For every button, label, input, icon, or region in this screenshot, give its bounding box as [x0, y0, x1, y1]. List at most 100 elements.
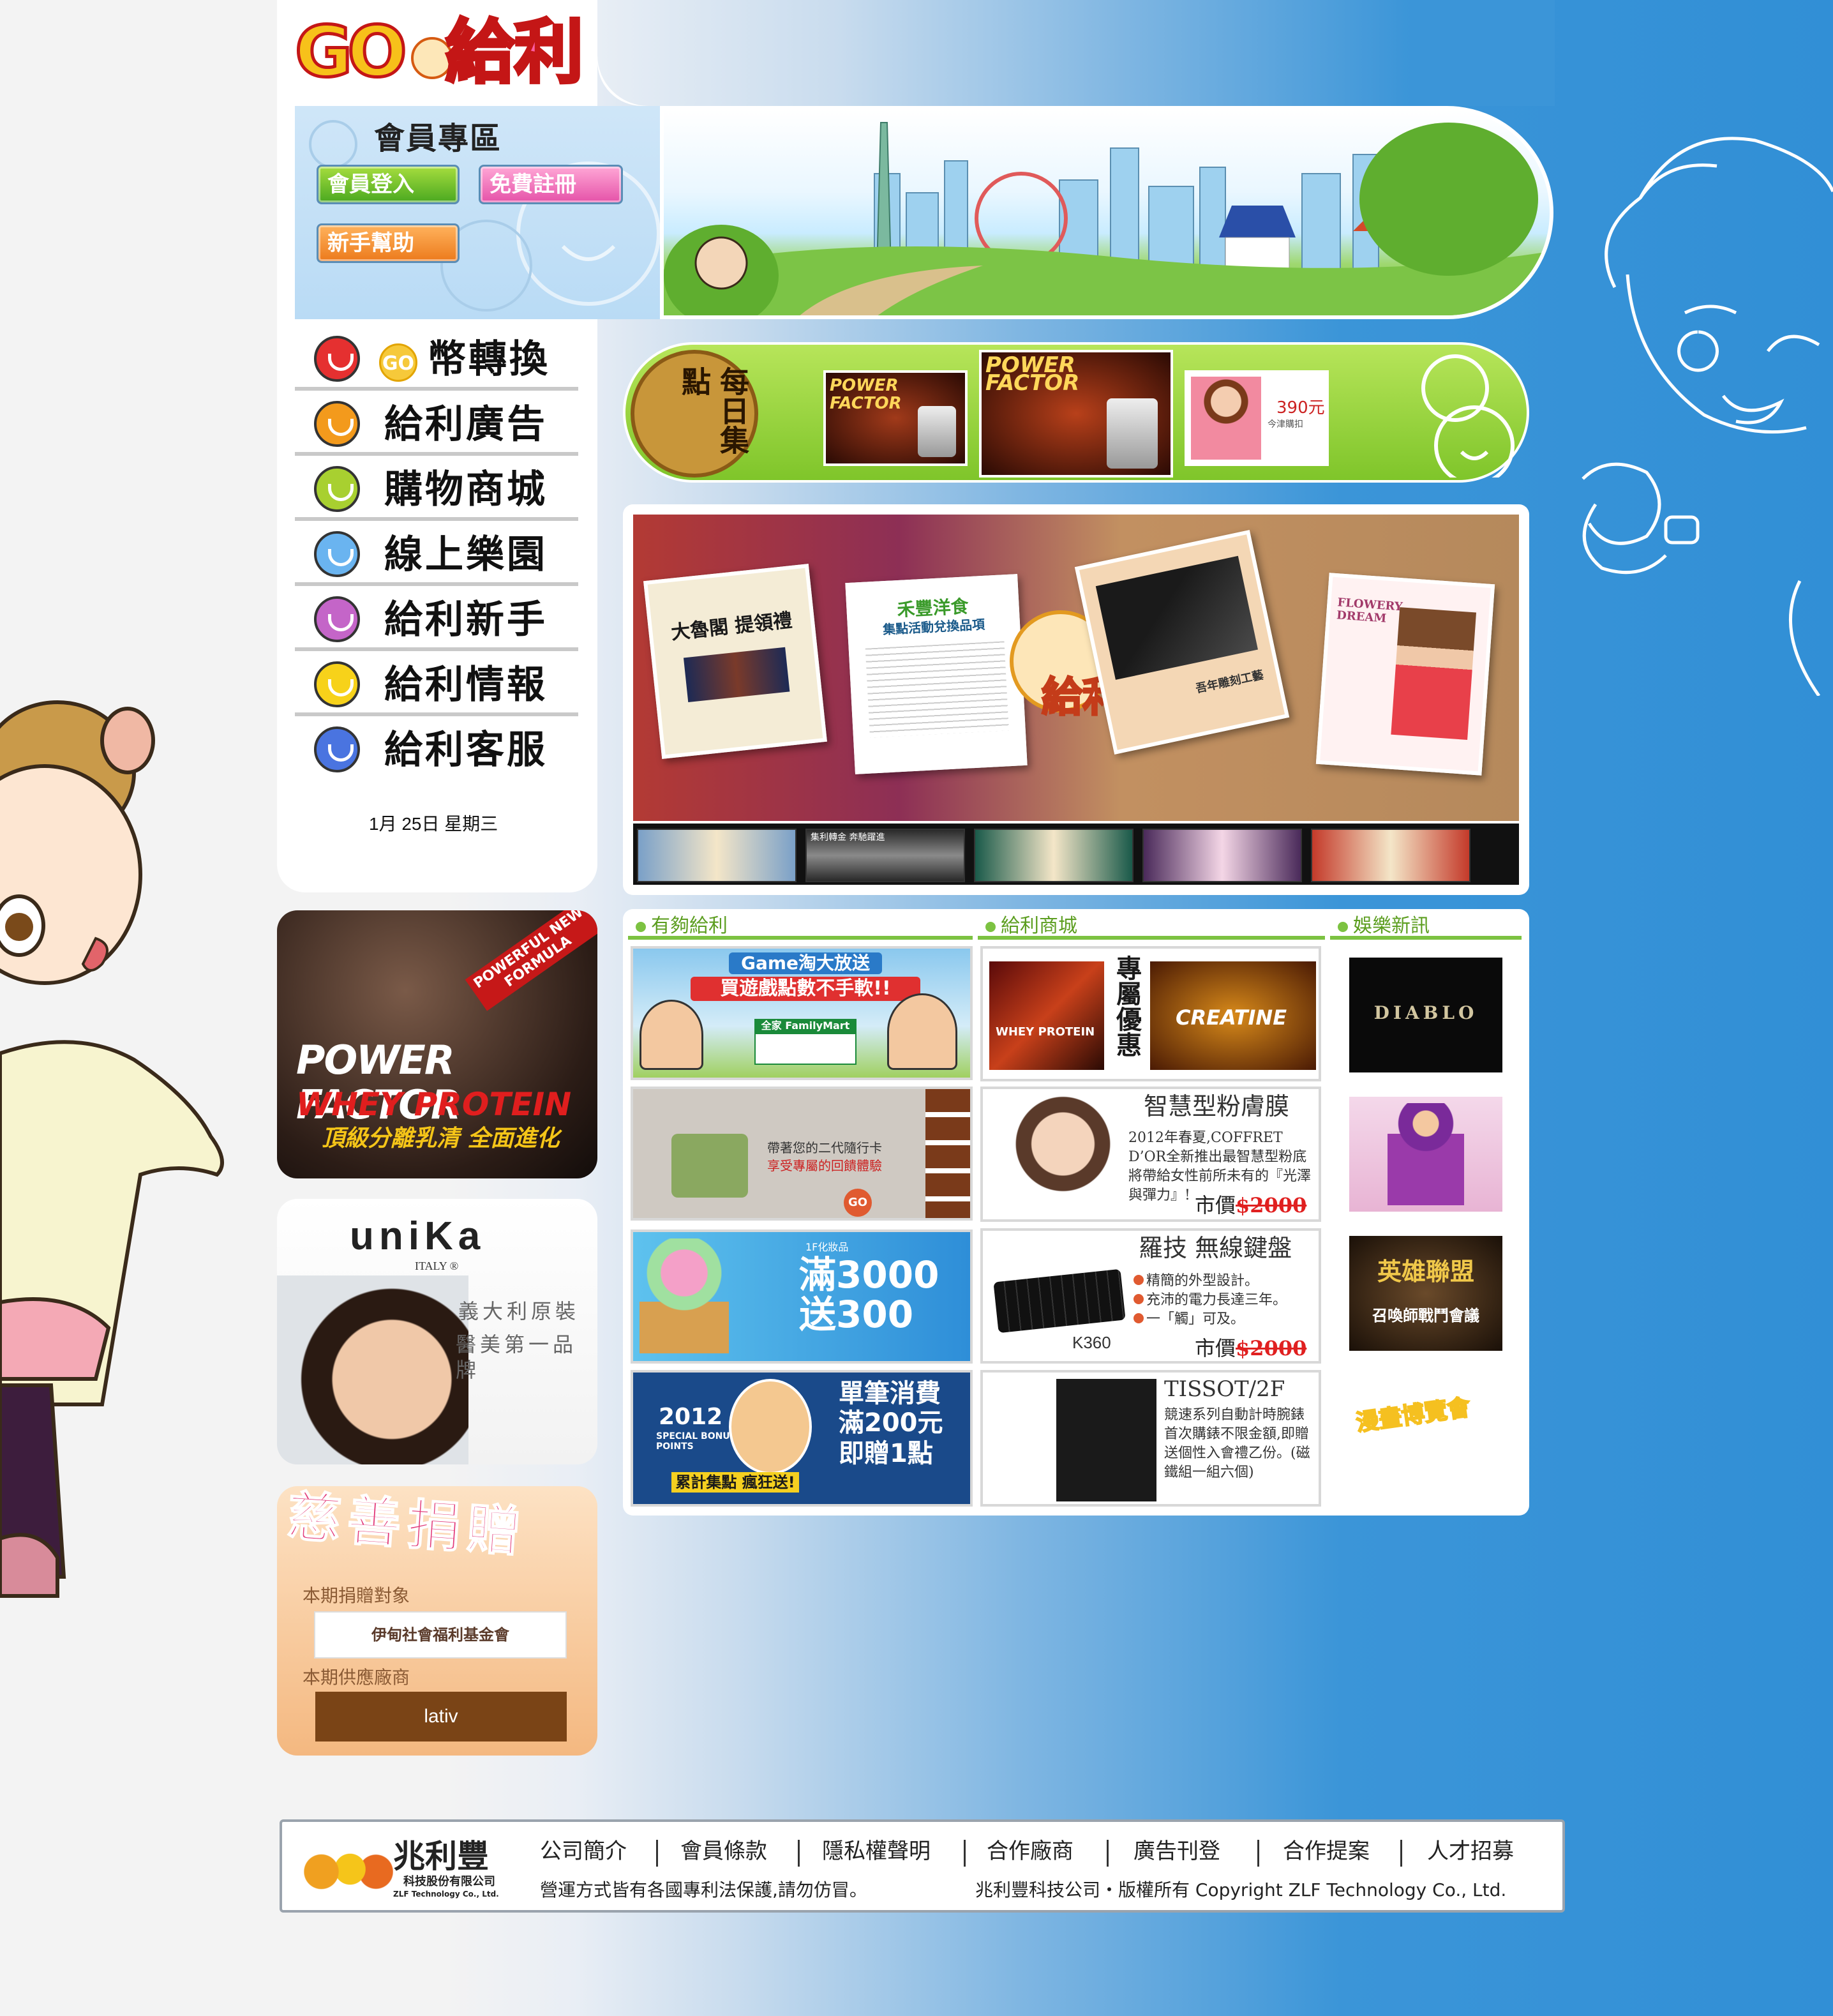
- lol-subtitle: 召喚師戰鬥會議: [1372, 1307, 1479, 1325]
- nav-online-park[interactable]: 線上樂園: [295, 521, 578, 586]
- footer-link-privacy[interactable]: 隱私權聲明: [822, 1839, 931, 1864]
- shop-tile-coffret[interactable]: 智慧型粉膚膜 2012年春夏,COFFRET D’OR全新推出最智慧型粉底將帶給…: [980, 1087, 1321, 1222]
- orange-smiley-icon: [314, 401, 360, 447]
- card-title: 大魯閣 提領禮: [670, 609, 793, 645]
- keyboard-model: K360: [1072, 1333, 1111, 1352]
- deal-tile-2012-points[interactable]: 2012 SPECIAL BONUS POINTS 單筆消費 滿200元 即贈1…: [631, 1370, 973, 1507]
- brand-origin: ITALY ®: [415, 1260, 459, 1272]
- column-title: 有夠給利: [628, 914, 973, 940]
- promo-line1: 滿3000: [799, 1253, 939, 1297]
- daily-product-powerfactor-2[interactable]: POWER FACTOR: [979, 350, 1173, 478]
- company-logo[interactable]: 兆利豐 科技股份有限公司 ZLF Technology Co., Ltd.: [297, 1833, 521, 1904]
- carousel-thumb-2[interactable]: 集利轉金 奔馳躍進: [805, 829, 965, 882]
- icecream-image: [640, 1238, 729, 1353]
- deal-tile-card[interactable]: 帶著您的二代隨行卡 享受專屬的回饋體驗 GO: [631, 1087, 973, 1221]
- donation-target-label: 本期捐贈對象: [303, 1585, 410, 1606]
- site-footer: 兆利豐 科技股份有限公司 ZLF Technology Co., Ltd. 公司…: [280, 1819, 1565, 1913]
- charity-title: 慈善捐贈: [285, 1486, 530, 1565]
- carousel-card-tarouko[interactable]: 大魯閣 提領禮: [643, 564, 827, 759]
- nav-customer-service[interactable]: 給利客服: [295, 716, 578, 781]
- nav-label: 給利新手: [384, 598, 548, 642]
- site-logo[interactable]: GO 給利: [294, 11, 588, 94]
- shop-tile-protein[interactable]: WHEY PROTEIN 專屬優惠 CREATINE: [980, 946, 1321, 1081]
- price-value: $2000: [1236, 1193, 1307, 1217]
- ent-tile-character[interactable]: [1349, 1097, 1502, 1212]
- donation-target-logo[interactable]: 伊甸社會福利基金會: [314, 1611, 567, 1659]
- ad-line1: 義大利原裝: [458, 1299, 580, 1323]
- footer-link-advertise[interactable]: 廣告刊登: [1133, 1839, 1220, 1864]
- nav-shopping-mall[interactable]: 購物商城: [295, 456, 578, 521]
- carousel-card-pen[interactable]: 吾年雕刻工藝: [1074, 530, 1290, 755]
- daily-medal-icon: 每日集點: [631, 350, 758, 478]
- creatine-image: CREATINE: [1150, 961, 1316, 1070]
- login-button[interactable]: 會員登入: [317, 165, 460, 204]
- register-button[interactable]: 免費註冊: [479, 165, 623, 204]
- nav-label: 線上樂園: [384, 532, 548, 577]
- go-button[interactable]: GO: [844, 1189, 872, 1217]
- deal-tile-game[interactable]: Game淘大放送 買遊戲點數不手軟!! 全家 FamilyMart: [631, 946, 973, 1080]
- carousel-thumb-4[interactable]: [1142, 829, 1302, 882]
- diablo-logo: DIABLO: [1373, 1002, 1478, 1023]
- bullet-text: 一「觸」可及。: [1146, 1311, 1245, 1327]
- footer-link-about[interactable]: 公司簡介: [540, 1839, 627, 1864]
- product-jar-icon: [918, 406, 956, 457]
- nav-newbie[interactable]: 給利新手: [295, 586, 578, 651]
- model-photo: [989, 1095, 1123, 1217]
- price-value: $2000: [1236, 1336, 1307, 1360]
- logo-main-text: 給利: [444, 13, 585, 93]
- product-label: POWER FACTOR: [985, 352, 1080, 396]
- supplier-button[interactable]: lativ: [315, 1692, 567, 1741]
- carousel-thumb-1[interactable]: [637, 829, 797, 882]
- tile-sub: SPECIAL BONUS POINTS: [656, 1431, 737, 1452]
- price-label: 市價: [1195, 1193, 1236, 1217]
- top-tab-cover: [597, 0, 1555, 106]
- footer-link-partners[interactable]: 合作廠商: [987, 1839, 1074, 1864]
- creatine-label: CREATINE: [1176, 1005, 1287, 1030]
- footer-link-terms[interactable]: 會員條款: [680, 1839, 767, 1864]
- product-price: 市價$2000: [1195, 1194, 1306, 1217]
- footer-separator: [798, 1840, 800, 1867]
- character-left-icon: [640, 1000, 703, 1070]
- thumb-caption: 集利轉金 奔馳躍進: [811, 832, 885, 843]
- lol-title: 英雄聯盟: [1377, 1258, 1474, 1286]
- deal-tile-icecream[interactable]: 1F化妝品 滿3000 送300: [631, 1230, 973, 1364]
- girl-photo: [1191, 377, 1261, 460]
- ent-tile-comic-exhibition[interactable]: 漫畫博覽會: [1349, 1375, 1502, 1490]
- nav-coin-exchange[interactable]: GO 幣轉換: [295, 326, 578, 391]
- carousel-thumb-5[interactable]: [1311, 829, 1470, 882]
- nav-ads[interactable]: 給利廣告: [295, 391, 578, 456]
- store-building: [754, 1033, 857, 1065]
- powerfactor-ad[interactable]: POWERFUL NEW FORMULA POWER FACTOR WHEY P…: [277, 910, 597, 1178]
- featured-carousel: 大魯閣 提領禮 禾豐洋食 集點活動兌換品項 給利 吾年雕刻工藝 FLOWERY …: [623, 504, 1529, 895]
- promo-line2: 送300: [799, 1293, 914, 1336]
- unika-ad[interactable]: uniKa ITALY ® 義大利原裝 醫美第一品牌: [277, 1199, 597, 1464]
- carousel-card-hefeng[interactable]: 禾豐洋食 集點活動兌換品項: [845, 574, 1028, 774]
- mascot-girl-illustration: [0, 696, 243, 1602]
- column-title: 給利商城: [978, 914, 1325, 940]
- carousel-main-slide[interactable]: 大魯閣 提領禮 禾豐洋食 集點活動兌換品項 給利 吾年雕刻工藝 FLOWERY …: [633, 515, 1519, 821]
- ent-tile-lol[interactable]: 英雄聯盟 召喚師戰鬥會議: [1349, 1236, 1502, 1351]
- shop-tile-tissot[interactable]: TISSOT/2F 競速系列自動計時腕錶首次購錶不限金額,即贈送個性入會禮乙份。…: [980, 1370, 1321, 1507]
- footer-link-careers[interactable]: 人才招募: [1427, 1839, 1514, 1864]
- bullet-3: 一「觸」可及。: [1133, 1310, 1245, 1329]
- nav-info[interactable]: 給利情報: [295, 651, 578, 716]
- ad-tagline: 頂級分離乳清 全面進化: [322, 1125, 560, 1152]
- daily-product-lativ[interactable]: 390元 今津購扣: [1185, 370, 1329, 466]
- woman-photo: [277, 1275, 468, 1464]
- promo-line3: 即贈1點: [839, 1439, 933, 1468]
- protein-label: WHEY PROTEIN: [996, 1025, 1095, 1039]
- purple-smiley-icon: [314, 596, 360, 642]
- carousel-card-flowery[interactable]: FLOWERY DREAM: [1315, 573, 1495, 776]
- ent-tile-diablo[interactable]: DIABLO: [1349, 958, 1502, 1072]
- newbie-help-button[interactable]: 新手幫助: [317, 223, 460, 263]
- footer-link-proposal[interactable]: 合作提案: [1283, 1839, 1370, 1864]
- bullet-icon: [1133, 1275, 1144, 1285]
- carousel-thumb-3[interactable]: [974, 829, 1133, 882]
- logo-go-text: GO: [294, 11, 409, 93]
- promo-line2: 滿200元: [839, 1408, 943, 1438]
- shop-tile-keyboard[interactable]: K360 羅技 無線鍵盤 精簡的外型設計。 充沛的電力長達三年。 一「觸」可及。…: [980, 1228, 1321, 1364]
- footer-separator: [1107, 1840, 1109, 1867]
- product-title: 羅技 無線鍵盤: [1139, 1234, 1292, 1262]
- nav-label: 給利廣告: [384, 402, 548, 447]
- daily-product-powerfactor-1[interactable]: POWER FACTOR: [823, 370, 968, 466]
